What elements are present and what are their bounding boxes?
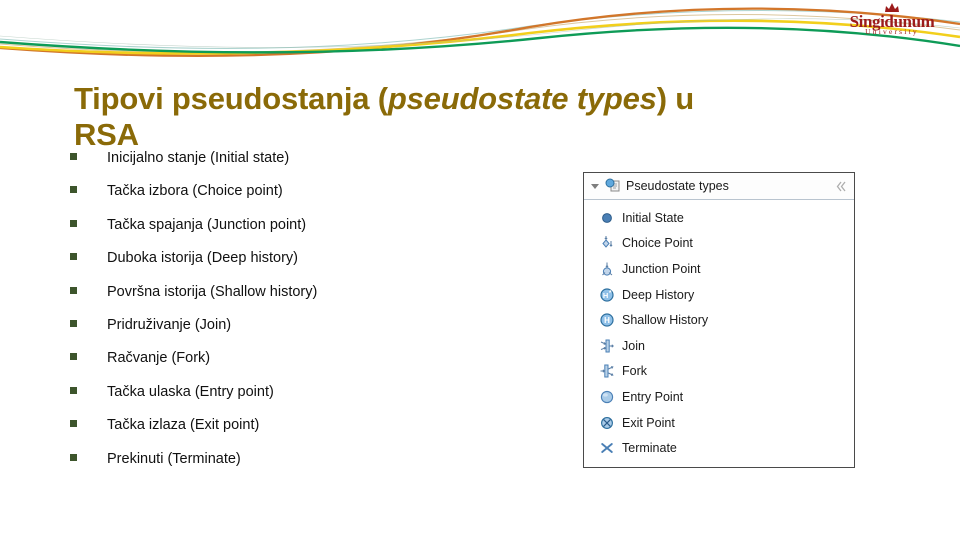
decoration-curve-teal <box>0 10 960 49</box>
palette-item-label: Choice Point <box>622 236 693 251</box>
bullet-label: Površna istorija (Shallow history) <box>107 283 318 300</box>
bullet-square-icon <box>70 453 77 461</box>
palette-item-label: Junction Point <box>622 261 701 276</box>
list-item: Tačka spajanja (Junction point) <box>70 217 540 250</box>
palette-item-shallow-history[interactable]: H Shallow History <box>584 307 854 333</box>
title-italic-term: pseudostate types <box>387 80 657 116</box>
page-title: Tipovi pseudostanja (pseudostate types) … <box>74 81 834 154</box>
fork-icon <box>600 364 614 378</box>
bullet-square-icon <box>70 186 77 194</box>
palette-item-label: Entry Point <box>622 389 684 404</box>
title-part-2: ) u <box>656 80 694 116</box>
decoration-curve-orange <box>0 7 960 58</box>
terminate-icon <box>601 443 613 454</box>
bullet-square-icon <box>70 420 77 428</box>
palette-item-entry-point[interactable]: Entry Point <box>584 384 854 410</box>
bullet-label: Račvanje (Fork) <box>107 350 211 367</box>
palette-item-label: Fork <box>622 364 647 379</box>
palette-item-label: Terminate <box>622 441 677 456</box>
decoration-curve-green <box>0 26 960 54</box>
chevron-down-icon[interactable] <box>591 183 599 189</box>
bullet-square-icon <box>70 319 77 327</box>
palette-item-label: Shallow History <box>622 313 709 328</box>
entry-point-icon <box>600 390 614 404</box>
collapse-pin-icon[interactable] <box>835 180 848 193</box>
bullet-label: Prekinuti (Terminate) <box>107 450 241 467</box>
deep-history-icon: H * <box>600 287 614 302</box>
list-item: Prekinuti (Terminate) <box>70 451 540 484</box>
palette-item-terminate[interactable]: Terminate <box>584 435 854 461</box>
bullet-square-icon <box>70 286 77 294</box>
shallow-history-icon: H <box>600 313 614 327</box>
list-item: Račvanje (Fork) <box>70 350 540 383</box>
decoration-curve-hairline <box>0 18 960 48</box>
bullet-square-icon <box>70 353 77 361</box>
decoration-curve-yellow <box>0 19 960 55</box>
palette-item-label: Exit Point <box>622 415 675 430</box>
palette-item-exit-point[interactable]: Exit Point <box>584 410 854 436</box>
svg-text:H: H <box>604 316 610 325</box>
list-item: Inicijalno stanje (Initial state) <box>70 150 540 183</box>
bullet-label: Pridruživanje (Join) <box>107 316 232 333</box>
palette-document-icon <box>605 178 620 192</box>
bullet-square-icon <box>70 253 77 261</box>
palette-item-junction-point[interactable]: Junction Point <box>584 256 854 282</box>
panel-title: Pseudostate types <box>626 179 729 193</box>
bullet-label: Tačka spajanja (Junction point) <box>107 216 307 233</box>
bullet-label: Tačka izlaza (Exit point) <box>107 417 260 434</box>
junction-point-icon <box>602 262 613 276</box>
initial-state-icon <box>602 212 612 223</box>
palette-item-join[interactable]: Join <box>584 333 854 359</box>
bullet-label: Tačka izbora (Choice point) <box>107 183 283 200</box>
title-part-1: Tipovi pseudostanja ( <box>74 80 388 116</box>
pseudostate-bullet-list: Inicijalno stanje (Initial state) Tačka … <box>70 150 540 484</box>
bullet-label: Inicijalno stanje (Initial state) <box>107 150 290 166</box>
list-item: Duboka istorija (Deep history) <box>70 250 540 283</box>
choice-point-icon <box>602 236 613 249</box>
palette-item-label: Initial State <box>622 210 684 225</box>
join-icon <box>600 339 614 353</box>
list-item: Pridruživanje (Join) <box>70 317 540 350</box>
header-decoration <box>0 7 960 58</box>
palette-item-deep-history[interactable]: H * Deep History <box>584 282 854 308</box>
panel-header[interactable]: Pseudostate types <box>584 173 854 200</box>
bullet-square-icon <box>70 153 77 160</box>
list-item: Tačka izlaza (Exit point) <box>70 417 540 450</box>
palette-item-label: Deep History <box>622 287 695 302</box>
university-logo: Singidunum University <box>836 2 948 42</box>
svg-text:H: H <box>603 291 608 300</box>
bullet-label: Tačka ulaska (Entry point) <box>107 383 274 400</box>
list-item: Površna istorija (Shallow history) <box>70 284 540 317</box>
palette-item-initial-state[interactable]: Initial State <box>584 205 854 231</box>
palette-item-label: Join <box>622 338 645 353</box>
palette-item-choice-point[interactable]: Choice Point <box>584 231 854 257</box>
list-item: Tačka izbora (Choice point) <box>70 183 540 216</box>
list-item: Tačka ulaska (Entry point) <box>70 384 540 417</box>
svg-text:*: * <box>609 290 612 297</box>
decoration-curve-tan <box>0 14 960 53</box>
exit-point-icon <box>601 416 613 429</box>
title-line-2: RSA <box>74 117 139 153</box>
bullet-square-icon <box>70 386 77 394</box>
palette-item-fork[interactable]: Fork <box>584 359 854 385</box>
bullet-label: Duboka istorija (Deep history) <box>107 250 298 267</box>
panel-item-list: Initial State Choice Point Junction Poin… <box>584 200 854 467</box>
bullet-square-icon <box>70 219 77 227</box>
pseudostate-types-panel: Pseudostate types Initial State Choice P… <box>583 172 855 468</box>
